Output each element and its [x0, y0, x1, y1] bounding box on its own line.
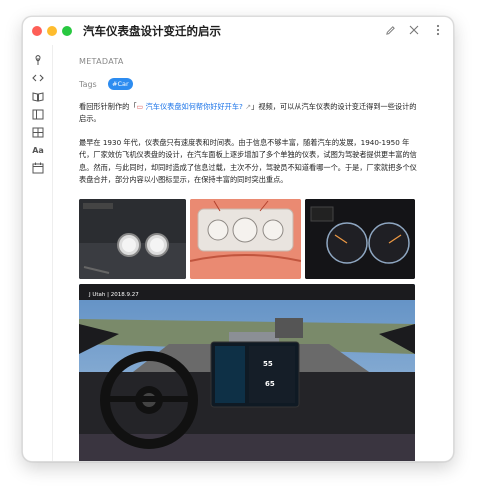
- close-icon[interactable]: [407, 22, 421, 38]
- book-icon[interactable]: [31, 89, 45, 103]
- sidebar-icon[interactable]: [31, 107, 45, 121]
- video-link[interactable]: 汽车仪表盘如何帮你好好开车?: [146, 102, 243, 111]
- more-vertical-icon[interactable]: [431, 22, 445, 38]
- metadata-heading: METADATA: [79, 57, 124, 66]
- window-controls: [32, 26, 72, 36]
- feather-icon[interactable]: [31, 53, 45, 67]
- image-tesla-interior[interactable]: J Utah | 2018.9.27 55 65: [79, 284, 415, 461]
- video-link-icon: ▭: [136, 102, 146, 111]
- note-title: 汽车仪表盘设计变迁的启示: [83, 24, 221, 38]
- intro-prefix: 看回形针制作的「: [79, 102, 137, 111]
- font-icon[interactable]: Aa: [31, 143, 45, 157]
- code-icon[interactable]: [31, 71, 45, 85]
- tags-label: Tags: [79, 80, 97, 89]
- video-caption: J Utah | 2018.9.27: [89, 292, 139, 298]
- minimize-window-button[interactable]: [47, 26, 57, 36]
- intro-paragraph: 看回形针制作的「▭ 汽车仪表盘如何帮你好好开车? ↗」视频，可以从汽车仪表的设计…: [79, 101, 419, 126]
- calendar-icon[interactable]: [31, 161, 45, 175]
- grid-icon[interactable]: [31, 125, 45, 139]
- note-window: 汽车仪表盘设计变迁的启示 Aa METADATA Tags #Car 看回形针制…: [22, 16, 454, 462]
- pencil-icon[interactable]: [383, 22, 397, 38]
- title-bar-actions: [383, 22, 445, 38]
- tag-car[interactable]: #Car: [108, 78, 133, 90]
- image-modern-dashboard[interactable]: [305, 199, 415, 279]
- external-link-icon: ↗: [242, 102, 252, 111]
- image-instrument-cluster[interactable]: [190, 199, 301, 279]
- history-paragraph: 最早在 1930 年代，仪表盘只有速度表和时间表。由于信息不够丰富，随着汽车的发…: [79, 138, 417, 185]
- image-early-dashboard[interactable]: [79, 199, 186, 279]
- dash-speed-readout-2: 65: [265, 380, 275, 388]
- note-content: METADATA Tags #Car 看回形针制作的「▭ 汽车仪表盘如何帮你好好…: [79, 45, 435, 461]
- dash-speed-readout: 55: [263, 360, 273, 368]
- title-bar: 汽车仪表盘设计变迁的启示: [23, 17, 453, 45]
- left-toolbar: Aa: [23, 45, 53, 461]
- maximize-window-button[interactable]: [62, 26, 72, 36]
- close-window-button[interactable]: [32, 26, 42, 36]
